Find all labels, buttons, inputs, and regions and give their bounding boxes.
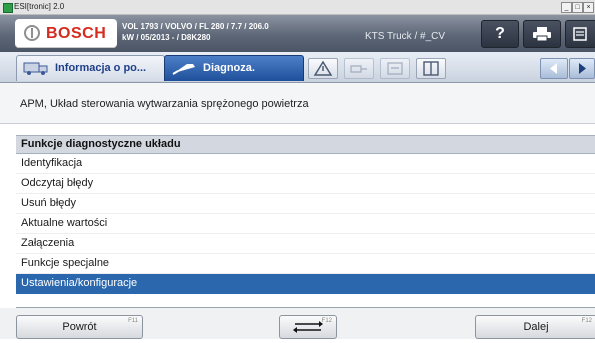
vehicle-line-2: kW / 05/2013 - / D8K280 (122, 33, 211, 42)
previous-button[interactable] (540, 58, 568, 79)
book-icon (423, 61, 439, 76)
connector-tool-button[interactable] (344, 58, 374, 79)
vehicle-line-1: VOL 1793 / VOLVO / FL 280 / 7.7 / 206.0 (122, 22, 269, 31)
back-button-label: Powrót (62, 321, 97, 333)
brand-name: BOSCH (46, 25, 107, 42)
arrow-left-icon (550, 63, 557, 74)
diagnosis-probe-icon (172, 64, 195, 75)
back-button[interactable]: Powrót F11 (16, 315, 143, 339)
app-icon (3, 3, 13, 13)
list-item-identification[interactable]: Identyfikacja (16, 154, 595, 174)
print-button[interactable] (523, 20, 561, 48)
tab-diagnosis[interactable]: Diagnoza. (164, 55, 304, 81)
list-item-clear-faults[interactable]: Usuń błędy (16, 194, 595, 214)
switch-key-hint: F12 (321, 318, 332, 324)
bosch-logo: BOSCH (15, 19, 117, 48)
list-item-actual-values[interactable]: Aktualne wartości (16, 214, 595, 234)
next-key-hint: F12 (581, 318, 592, 324)
book-tool-button[interactable] (416, 58, 446, 79)
list-item-actuations[interactable]: Załączenia (16, 234, 595, 254)
arrow-right-icon (579, 63, 586, 74)
help-button[interactable]: ? (481, 20, 519, 48)
next-button[interactable]: Dalej F12 (475, 315, 595, 339)
next-page-button[interactable] (569, 58, 595, 79)
window-title: ESI[tronic] 2.0 (14, 2, 65, 11)
vehicle-info: VOL 1793 / VOLVO / FL 280 / 7.7 / 206.0 … (122, 21, 269, 43)
footer-bar: Powrót F11 F12 Dalej F12 (0, 308, 595, 339)
menu-button[interactable] (565, 20, 595, 48)
system-description: APM, Układ sterowania wytwarzania sprężo… (20, 98, 309, 110)
connector-icon (350, 65, 367, 73)
device-label: KTS Truck / #_CV (365, 31, 446, 42)
warning-triangle-icon (313, 60, 333, 76)
close-button[interactable]: × (583, 2, 594, 13)
switch-button[interactable]: F12 (279, 315, 337, 339)
window-titlebar: ESI[tronic] 2.0 _ □ × (0, 0, 595, 15)
bosch-armature-icon (24, 25, 40, 41)
diagnostic-function-list: Funkcje diagnostyczne układu Identyfikac… (16, 135, 595, 294)
minimize-button[interactable]: _ (561, 2, 572, 13)
list-item-settings-configuration[interactable]: Ustawienia/konfiguracje (16, 274, 595, 294)
list-item-read-faults[interactable]: Odczytaj błędy (16, 174, 595, 194)
tab-vehicle-info[interactable]: Informacja o po... (16, 55, 165, 81)
truck-info-icon (23, 62, 48, 75)
back-key-hint: F11 (128, 318, 138, 324)
list-menu-icon (573, 27, 587, 41)
context-bar: APM, Układ sterowania wytwarzania sprężo… (0, 83, 595, 124)
list-item-special-functions[interactable]: Funkcje specjalne (16, 254, 595, 274)
tab-diagnosis-label: Diagnoza. (203, 62, 255, 74)
printer-icon (533, 27, 551, 42)
next-button-label: Dalej (523, 321, 549, 333)
list-header: Funkcje diagnostyczne układu (16, 135, 595, 154)
warning-tool-button[interactable] (308, 58, 338, 79)
help-icon: ? (495, 25, 505, 42)
component-icon (387, 62, 403, 75)
tab-bar: Informacja o po... Diagnoza. (0, 52, 595, 83)
maximize-button[interactable]: □ (572, 2, 583, 13)
tab-vehicle-info-label: Informacja o po... (55, 62, 147, 74)
switch-arrows-icon (293, 321, 323, 333)
app-header: BOSCH VOL 1793 / VOLVO / FL 280 / 7.7 / … (0, 15, 595, 52)
component-tool-button[interactable] (380, 58, 410, 79)
